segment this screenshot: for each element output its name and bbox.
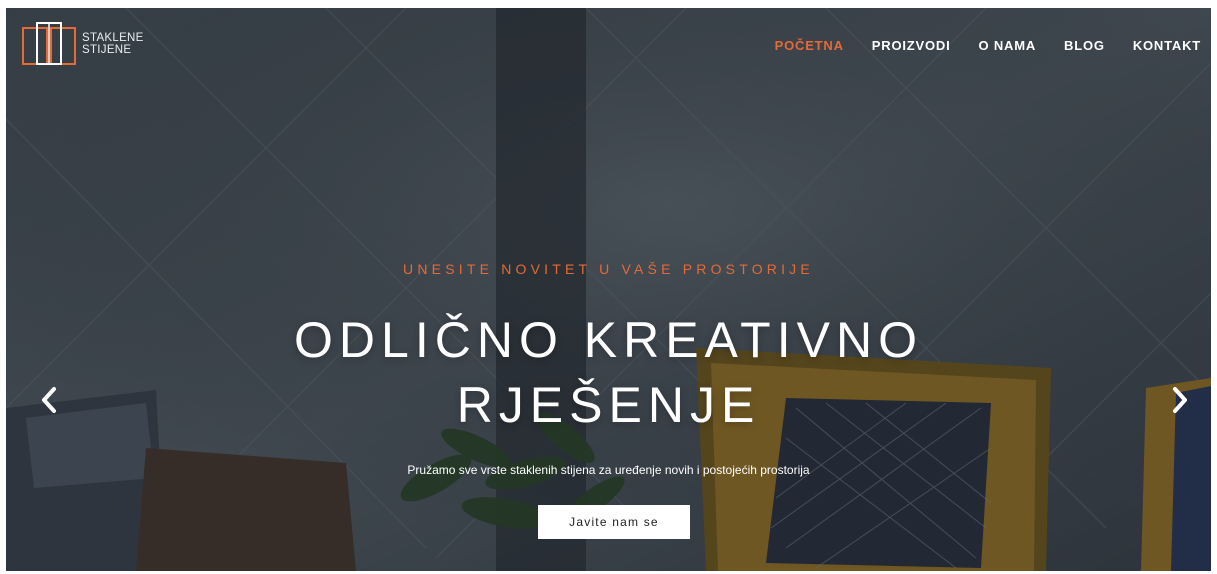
glass-wall-frame-logo-icon (22, 22, 76, 65)
hero-headline: ODLIČNO KREATIVNO RJEŠENJE (6, 308, 1211, 438)
nav-item-kontakt[interactable]: KONTAKT (1133, 38, 1201, 53)
nav-item-pocetna[interactable]: POČETNA (775, 38, 844, 53)
contact-us-button[interactable]: Javite nam se (538, 505, 690, 539)
nav-item-blog[interactable]: BLOG (1064, 38, 1105, 53)
hero-headline-line1: ODLIČNO KREATIVNO (294, 312, 923, 368)
brand-logo[interactable]: STAKLENE STIJENE (22, 22, 144, 66)
brand-name: STAKLENE STIJENE (82, 32, 144, 56)
hero-slider: STAKLENE STIJENE POČETNA PROIZVODI O NAM… (6, 8, 1211, 571)
slider-prev-button[interactable] (32, 383, 66, 417)
hero-subtitle: Pružamo sve vrste staklenih stijena za u… (407, 463, 810, 477)
nav-item-o-nama[interactable]: O NAMA (979, 38, 1037, 53)
hero-dark-overlay (6, 8, 1211, 571)
brand-name-line1: STAKLENE (82, 32, 144, 44)
hero-headline-line2: RJEŠENJE (456, 377, 761, 433)
slider-next-button[interactable] (1163, 383, 1197, 417)
main-nav: POČETNA PROIZVODI O NAMA BLOG KONTAKT (747, 38, 1201, 53)
chevron-left-icon (42, 387, 56, 413)
brand-name-line2: STIJENE (82, 44, 132, 56)
chevron-right-icon (1173, 387, 1187, 413)
nav-item-proizvodi[interactable]: PROIZVODI (872, 38, 951, 53)
hero-eyebrow: UNESITE NOVITET U VAŠE PROSTORIJE (403, 261, 814, 277)
